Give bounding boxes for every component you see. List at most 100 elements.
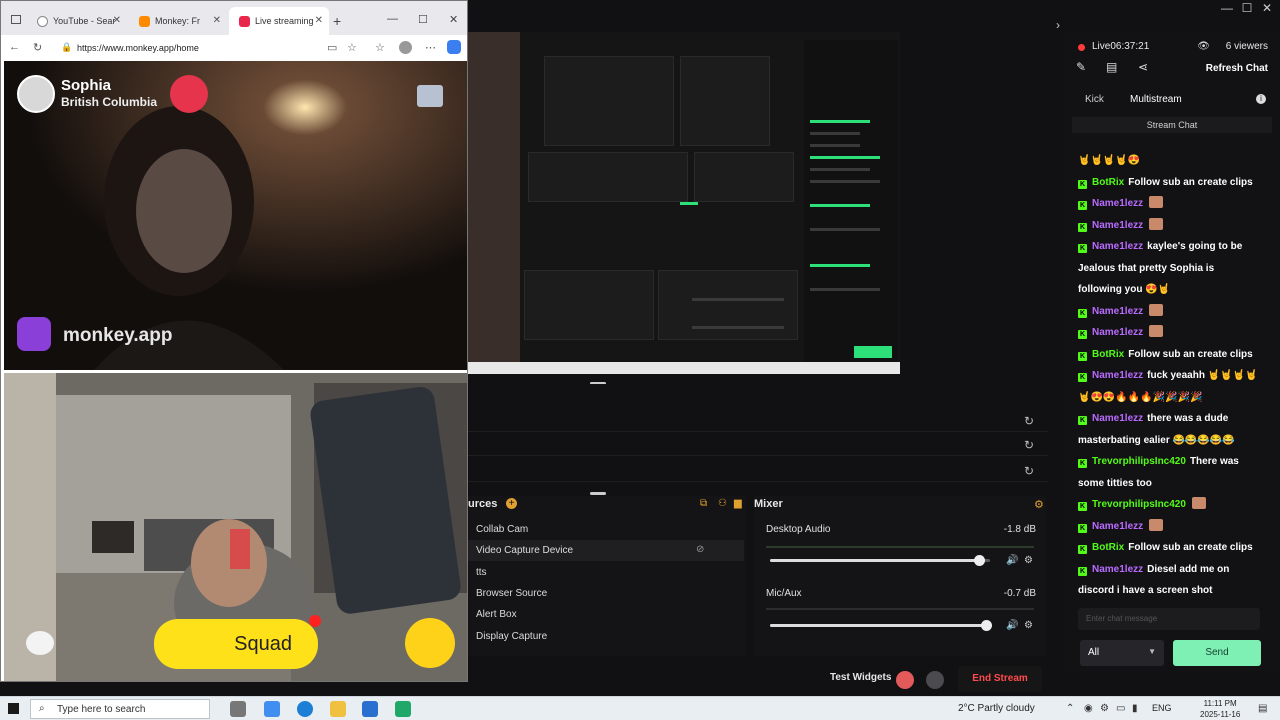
avatar [17,75,55,113]
new-tab-icon[interactable]: + [333,13,341,29]
streaming-app-icon[interactable] [395,701,411,717]
chat-username[interactable]: Name1lezz [1092,370,1143,381]
maximize-icon[interactable]: ☐ [1236,0,1258,16]
favorites-icon[interactable]: ☆ [375,41,385,54]
volume-slider[interactable] [770,555,990,566]
source-item[interactable]: Alert Box [476,609,517,620]
collab-icon[interactable]: ⚇ [718,498,727,509]
copilot-icon[interactable] [264,701,280,717]
weather-widget[interactable]: 2°C Partly cloudy [958,703,1035,714]
chat-username[interactable]: TrevorphilipsInc420 [1092,499,1186,510]
chat-username[interactable]: Name1lezz [1092,327,1143,338]
mic-icon[interactable]: ▮ [1132,703,1138,714]
chat-input[interactable]: Enter chat message [1078,608,1260,630]
search-icon [37,16,48,27]
close-icon[interactable]: ✕ [449,13,458,26]
speaker-icon[interactable]: 🔊 [1006,620,1018,631]
chat-bubble-button[interactable] [26,631,54,655]
favorite-icon[interactable]: ☆ [347,41,357,54]
chat-username[interactable]: Name1lezz [1092,413,1143,424]
gear-icon[interactable]: ⚙ [1024,620,1033,631]
panel-resize-handle[interactable] [590,492,606,495]
info-icon[interactable]: i [1256,94,1266,104]
notification-icon[interactable]: ▤ [1258,703,1267,714]
chat-username[interactable]: TrevorphilipsInc420 [1092,456,1186,467]
chat-username[interactable]: Name1lezz [1092,564,1143,575]
gear-icon[interactable]: ⚙ [1034,498,1044,511]
copy-icon[interactable]: ▤ [1106,60,1117,74]
chat-text: there was a dude [1147,413,1229,424]
back-icon[interactable]: ← [9,41,20,53]
close-icon[interactable]: ✕ [1256,0,1278,16]
replay-icon[interactable]: ↻ [1024,414,1034,428]
squad-button[interactable]: Squad [154,619,318,669]
gift-button[interactable] [405,618,455,668]
replay-icon[interactable]: ↻ [1024,464,1034,478]
chat-username[interactable]: BotRix [1092,349,1124,360]
send-button[interactable]: Send [1173,640,1261,666]
close-tab-icon[interactable]: ✕ [315,15,323,26]
record-button[interactable] [896,671,914,689]
url-input[interactable]: 🔒 https://www.monkey.app/home [61,39,347,57]
share-icon[interactable]: ⋖ [1138,60,1148,74]
tray-icon[interactable]: ⚙ [1100,703,1109,714]
tray-icon[interactable]: ◉ [1084,703,1093,714]
browser-tab-active[interactable]: Live streaming ✕ [229,7,329,35]
copilot-icon[interactable] [447,40,461,54]
minimize-icon[interactable]: — [1216,0,1238,16]
close-tab-icon[interactable]: ✕ [113,15,121,26]
tab-kick[interactable]: Kick [1085,94,1104,105]
more-icon[interactable]: ⋯ [425,41,436,54]
end-stream-button[interactable]: End Stream [958,666,1042,692]
visibility-off-icon[interactable]: ⊘ [696,544,704,555]
screen-share-icon[interactable]: ▭ [327,41,337,54]
gear-icon[interactable]: ⚙ [1024,555,1033,566]
source-item[interactable]: Display Capture [476,631,547,642]
skip-forward-icon[interactable] [417,85,443,107]
language-indicator[interactable]: ENG [1152,703,1172,713]
replay-buffer-button[interactable] [926,671,944,689]
report-police-icon[interactable] [170,75,208,113]
chat-username[interactable]: Name1lezz [1092,306,1143,317]
chevron-right-icon[interactable]: › [1056,18,1060,32]
mail-icon[interactable] [362,701,378,717]
chat-username[interactable]: Name1lezz [1092,241,1143,252]
taskbar-search-input[interactable]: ⌕ Type here to search [30,699,210,719]
folder-icon[interactable]: ▆ [734,498,742,509]
close-tab-icon[interactable]: ✕ [213,15,221,26]
replay-icon[interactable]: ↻ [1024,438,1034,452]
volume-slider[interactable] [770,620,992,631]
task-view-icon[interactable] [230,701,246,717]
browser-tab[interactable]: YouTube - Sear ✕ [27,7,127,35]
network-icon[interactable]: ▭ [1116,703,1125,714]
add-source-icon[interactable]: + [506,498,517,509]
scene-icon[interactable]: ⧉ [700,498,707,509]
maximize-icon[interactable]: ☐ [418,13,428,26]
refresh-chat-button[interactable]: Refresh Chat [1206,63,1268,74]
source-item[interactable]: Browser Source [476,588,547,599]
browser-tab-strip: YouTube - Sear ✕ Monkey: Fr ✕ Live streami… [1,1,467,35]
tab-actions-icon[interactable] [11,15,21,24]
edit-icon[interactable]: ✎ [1076,60,1086,74]
profile-avatar[interactable] [399,41,412,54]
chat-username[interactable]: Name1lezz [1092,521,1143,532]
speaker-icon[interactable]: 🔊 [1006,555,1018,566]
chat-username[interactable]: BotRix [1092,542,1124,553]
tab-multistream[interactable]: Multistream [1130,94,1182,105]
chat-username[interactable]: Name1lezz [1092,220,1143,231]
chevron-up-icon[interactable]: ⌃ [1066,703,1074,714]
edge-icon[interactable] [297,701,313,717]
chat-username[interactable]: Name1lezz [1092,198,1143,209]
file-explorer-icon[interactable] [330,701,346,717]
browser-tab[interactable]: Monkey: Fr ✕ [129,7,227,35]
emote-icon [1149,217,1164,230]
reload-icon[interactable]: ↻ [33,41,42,54]
source-item[interactable]: tts [476,567,487,578]
taskbar-clock[interactable]: 11:11 PM 2025-11-16 [1200,698,1240,720]
start-icon[interactable] [8,703,19,714]
chat-username[interactable]: BotRix [1092,177,1124,188]
chat-text: Jealous that pretty Sophia is [1078,262,1215,274]
source-item[interactable]: Collab Cam [476,524,528,535]
minimize-icon[interactable]: — [387,13,398,25]
platform-filter-select[interactable]: All ▼ [1080,640,1164,666]
